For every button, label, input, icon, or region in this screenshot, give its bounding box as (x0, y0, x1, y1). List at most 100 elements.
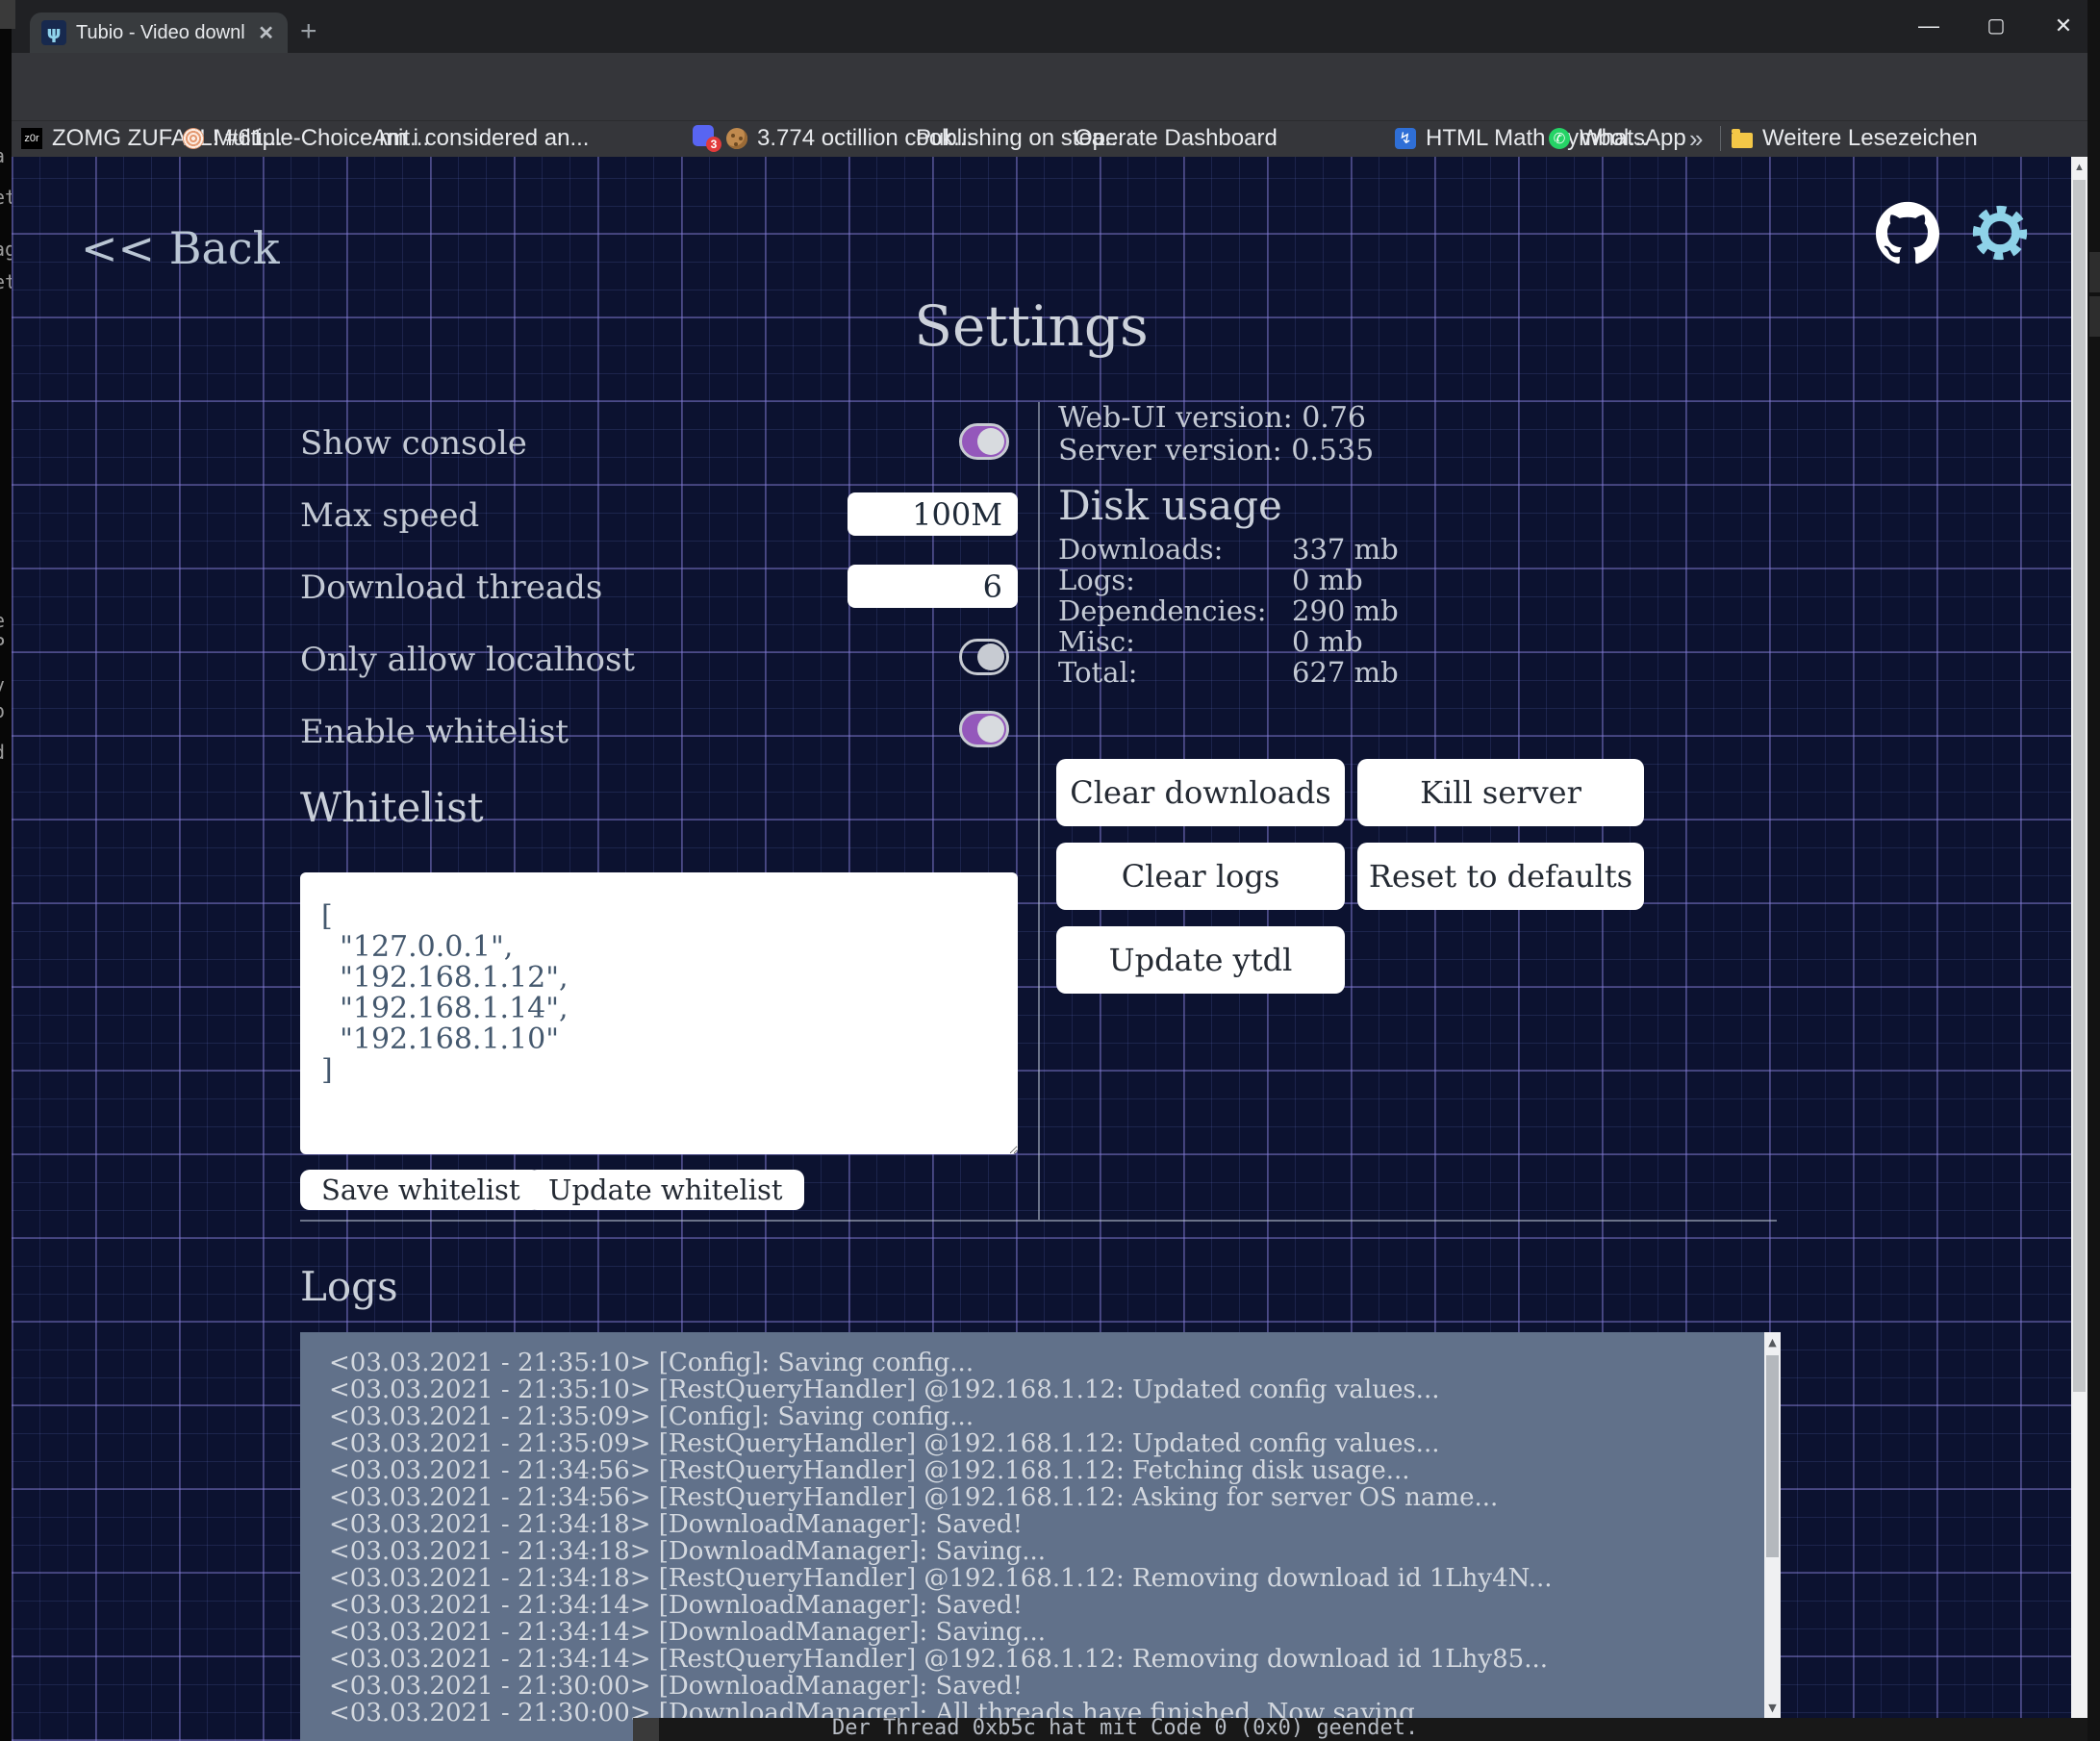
clear-logs-button[interactable]: Clear logs (1056, 843, 1345, 910)
left-strip-fragment: et (0, 186, 12, 209)
enable-whitelist-toggle[interactable] (959, 711, 1009, 747)
webui-version: Web-UI version: 0.76 (1058, 403, 1366, 434)
disk-usage-heading: Disk usage (1058, 482, 1282, 529)
disk-usage-row: Dependencies: 290 mb (1058, 595, 1399, 626)
bookmark-item[interactable]: ✆ WhatsApp (1549, 125, 1686, 152)
log-line: <03.03.2021 - 21:34:18> [DownloadManager… (329, 1511, 1553, 1538)
page-scrollbar-thumb[interactable] (2073, 180, 2086, 1392)
background-window-right-strip (2087, 0, 2100, 1741)
log-line: <03.03.2021 - 21:34:56> [RestQueryHandle… (329, 1457, 1553, 1484)
disk-usage-label: Total: (1058, 657, 1292, 688)
background-console-output: Der Thread 0xb5c hat mit Code 0 (0x0) ge… (659, 1718, 2100, 1741)
left-strip-fragment: v (0, 673, 5, 696)
log-line: <03.03.2021 - 21:34:18> [RestQueryHandle… (329, 1565, 1553, 1592)
only-localhost-label: Only allow localhost (300, 641, 635, 679)
only-localhost-toggle[interactable] (959, 639, 1009, 675)
new-tab-button[interactable]: + (300, 17, 317, 46)
window-minimize-button[interactable]: — (1914, 15, 1943, 37)
left-strip-fragment: P (0, 633, 5, 656)
other-bookmarks-folder[interactable]: Weitere Lesezeichen (1732, 125, 1978, 152)
disk-usage-value: 337 mb (1292, 534, 1399, 565)
whitelist-textarea[interactable]: [ "127.0.0.1", "192.168.1.12", "192.168.… (300, 872, 1018, 1154)
log-lines: <03.03.2021 - 21:35:10> [Config]: Saving… (329, 1350, 1553, 1727)
browser-tab[interactable]: ψ Tubio - Video downloader ✕ (30, 13, 288, 53)
update-ytdl-button[interactable]: Update ytdl (1056, 926, 1345, 994)
download-threads-input[interactable] (848, 565, 1018, 608)
folder-icon (1732, 133, 1753, 148)
left-strip-fragment: o (0, 699, 5, 722)
tab-title: Tubio - Video downloader (76, 22, 244, 44)
show-console-label: Show console (300, 424, 527, 463)
log-line: <03.03.2021 - 21:35:10> [RestQueryHandle… (329, 1376, 1553, 1403)
left-strip-fragment: e (0, 609, 5, 632)
left-strip-fragment: d (0, 741, 5, 764)
bookmark-favicon-icon: z0r (21, 128, 42, 149)
page-title: Settings (12, 293, 2051, 359)
disk-usage-label: Logs: (1058, 565, 1292, 595)
back-link[interactable]: << Back (81, 222, 280, 274)
background-window-corner (0, 0, 15, 29)
column-divider (1038, 402, 1040, 1220)
log-line: <03.03.2021 - 21:30:00> [DownloadManager… (329, 1673, 1553, 1700)
bookmarks-divider (1720, 126, 1721, 151)
logs-heading: Logs (300, 1263, 398, 1310)
page-scrollbar[interactable]: ▲ (2071, 157, 2087, 1741)
notification-badge: 3 (706, 137, 721, 152)
disk-usage-value: 0 mb (1292, 565, 1363, 595)
left-strip-fragment: a (0, 144, 5, 167)
log-line: <03.03.2021 - 21:34:56> [RestQueryHandle… (329, 1484, 1553, 1511)
other-bookmarks-label: Weitere Lesezeichen (1762, 125, 1978, 152)
enable-whitelist-label: Enable whitelist (300, 713, 569, 751)
log-line: <03.03.2021 - 21:34:14> [DownloadManager… (329, 1592, 1553, 1619)
reset-defaults-button[interactable]: Reset to defaults (1357, 843, 1644, 910)
disk-usage-row: Misc: 0 mb (1058, 626, 1399, 657)
update-whitelist-button[interactable]: Update whitelist (527, 1170, 804, 1210)
tubio-settings-page: << Back Settings Show console Max speed … (12, 157, 2071, 1741)
bookmark-item[interactable]: 3 (693, 125, 723, 146)
log-line: <03.03.2021 - 21:35:10> [Config]: Saving… (329, 1350, 1553, 1376)
section-divider (300, 1220, 1777, 1222)
bookmark-label: Operate Dashboard (1075, 125, 1278, 152)
download-threads-label: Download threads (300, 568, 602, 607)
disk-usage-value: 627 mb (1292, 657, 1399, 688)
bookmark-favicon-icon (726, 128, 747, 149)
logs-scrollbar[interactable]: ▲ ▼ (1764, 1332, 1781, 1741)
disk-usage-value: 0 mb (1292, 626, 1363, 657)
whitelist-heading: Whitelist (300, 784, 484, 831)
scroll-up-icon: ▲ (1764, 1336, 1781, 1349)
disk-usage-row: Downloads: 337 mb (1058, 534, 1399, 565)
bookmark-favicon-icon (342, 128, 363, 149)
bookmark-favicon-icon: 3 (693, 125, 714, 146)
tab-bar: ψ Tubio - Video downloader ✕ + — ▢ ✕ (12, 0, 2087, 53)
disk-usage-label: Dependencies: (1058, 595, 1292, 626)
logs-panel: <03.03.2021 - 21:35:10> [Config]: Saving… (300, 1332, 1781, 1741)
disk-usage-value: 290 mb (1292, 595, 1399, 626)
left-strip-fragment: ag (0, 238, 12, 261)
tab-close-icon[interactable]: ✕ (254, 21, 278, 45)
window-maximize-button[interactable]: ▢ (1982, 15, 2011, 37)
clear-downloads-button[interactable]: Clear downloads (1056, 759, 1345, 826)
window-close-button[interactable]: ✕ (2049, 15, 2078, 37)
disk-usage-table: Downloads: 337 mb Logs: 0 mb Dependencie… (1058, 534, 1399, 688)
save-whitelist-button[interactable]: Save whitelist (300, 1170, 542, 1210)
logs-scrollbar-thumb[interactable] (1766, 1355, 1779, 1557)
bookmark-label: Am i considered an... (372, 125, 589, 152)
settings-gear-icon[interactable] (1970, 203, 2030, 263)
log-line: <03.03.2021 - 21:34:14> [DownloadManager… (329, 1619, 1553, 1646)
bookmark-item[interactable]: Am i considered an... (342, 125, 589, 152)
show-console-toggle[interactable] (959, 423, 1009, 460)
background-console-step (633, 1718, 659, 1741)
left-strip-fragment: et (0, 270, 12, 293)
log-line: <03.03.2021 - 21:35:09> [Config]: Saving… (329, 1403, 1553, 1430)
scroll-down-icon: ▼ (1764, 1702, 1781, 1714)
bookmarks-overflow-chevron[interactable]: » (1689, 124, 1703, 154)
kill-server-button[interactable]: Kill server (1357, 759, 1644, 826)
bookmark-favicon-icon (183, 128, 204, 149)
log-line: <03.03.2021 - 21:34:18> [DownloadManager… (329, 1538, 1553, 1565)
github-icon[interactable] (1876, 201, 1939, 265)
max-speed-input[interactable] (848, 492, 1018, 536)
bookmark-item[interactable]: Operate Dashboard (1044, 125, 1278, 152)
console-output-text: Der Thread 0xb5c hat mit Code 0 (0x0) ge… (832, 1718, 1418, 1740)
disk-usage-label: Downloads: (1058, 534, 1292, 565)
log-line: <03.03.2021 - 21:34:14> [RestQueryHandle… (329, 1646, 1553, 1673)
